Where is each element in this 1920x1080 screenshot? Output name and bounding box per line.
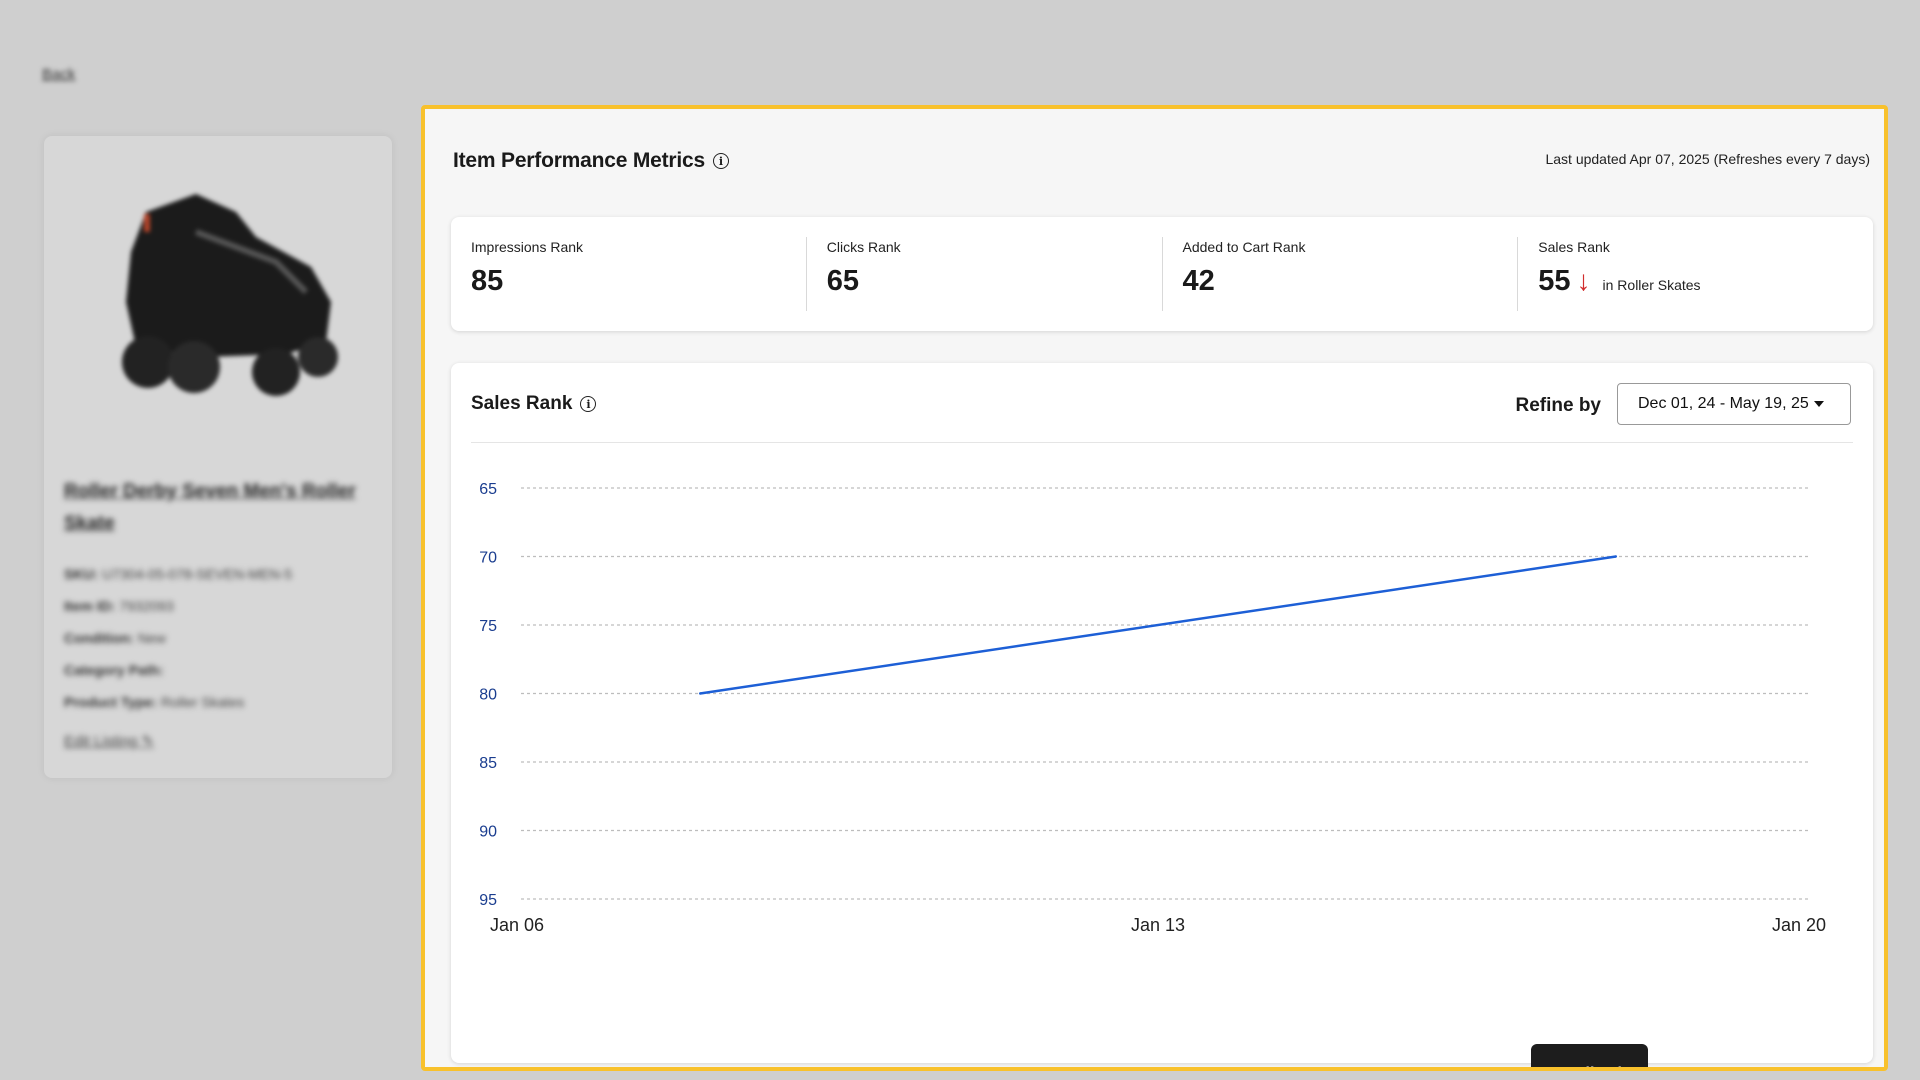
- rank-clicks: Clicks Rank 65: [805, 237, 1162, 311]
- rank-label: Sales Rank: [1538, 239, 1610, 255]
- x-tick-label: Jan 13: [1131, 915, 1185, 935]
- last-updated-text: Last updated Apr 07, 2025 (Refreshes eve…: [1545, 151, 1870, 167]
- rank-value: 85: [471, 265, 504, 297]
- detail-row: Condition: New: [64, 630, 166, 646]
- data-point: [698, 692, 702, 695]
- rank-value: 42: [1182, 265, 1215, 297]
- info-icon[interactable]: i: [712, 153, 729, 169]
- y-tick-label: 75: [479, 618, 497, 635]
- series-line: [699, 555, 1617, 695]
- rank-category-context: in Roller Skates: [1602, 277, 1701, 293]
- arrow-down-icon: ↓: [1576, 265, 1591, 296]
- product-card: Roller Derby Seven Men's Roller Skate SK…: [44, 136, 392, 778]
- y-tick-label: 85: [479, 755, 497, 772]
- y-tick-label: 70: [479, 550, 497, 567]
- rank-label: Impressions Rank: [471, 239, 584, 255]
- rank-label: Clicks Rank: [826, 239, 901, 255]
- y-tick-label: 80: [479, 687, 497, 704]
- y-tick-label: 65: [479, 481, 497, 498]
- pencil-icon: ✎: [141, 733, 155, 750]
- rank-added-to-cart: Added to Cart Rank 42: [1161, 237, 1518, 311]
- panel-header: Item Performance Metrics i: [453, 149, 729, 173]
- edit-listing-link[interactable]: Edit Listing ✎: [64, 732, 154, 750]
- product-details: SKU: U7304-05-078-SEVEN-MEN-5 Item ID: 7…: [64, 558, 374, 718]
- product-title[interactable]: Roller Derby Seven Men's Roller Skate: [64, 476, 364, 540]
- sales-rank-line-chart: 65 70 75 80 85 90 95 Jan 06 Jan 13 Jan 20: [479, 481, 1826, 935]
- ranks-summary-card: Impressions Rank 85 Clicks Rank 65 Added…: [451, 217, 1873, 331]
- x-tick-label: Jan 20: [1772, 915, 1826, 935]
- y-tick-label: 90: [479, 824, 497, 841]
- feedback-button[interactable]: Feedback: [1531, 1044, 1648, 1067]
- panel-title: Item Performance Metrics: [453, 149, 705, 172]
- y-tick-label: 95: [479, 892, 497, 909]
- rank-label: Added to Cart Rank: [1182, 239, 1306, 255]
- product-image: [122, 194, 338, 396]
- detail-row: Category Path:: [64, 662, 164, 678]
- detail-row: Product Type: Roller Skates: [64, 694, 245, 710]
- data-point: [1614, 555, 1618, 558]
- rank-value: 65: [826, 265, 860, 297]
- rank-sales: Sales Rank 55 ↓ in Roller Skates: [1517, 237, 1873, 311]
- sales-rank-chart-card: Sales Rank i Refine by Dec 01, 24 - May …: [451, 363, 1873, 1063]
- back-link[interactable]: Back: [42, 66, 75, 83]
- detail-row: SKU: U7304-05-078-SEVEN-MEN-5: [64, 566, 292, 582]
- item-performance-panel: Item Performance Metrics i Last updated …: [421, 105, 1888, 1071]
- detail-row: Item ID: 7932093: [64, 598, 174, 614]
- x-tick-label: Jan 06: [490, 915, 544, 935]
- rank-impressions: Impressions Rank 85: [451, 237, 806, 311]
- rank-value: 55: [1538, 265, 1571, 297]
